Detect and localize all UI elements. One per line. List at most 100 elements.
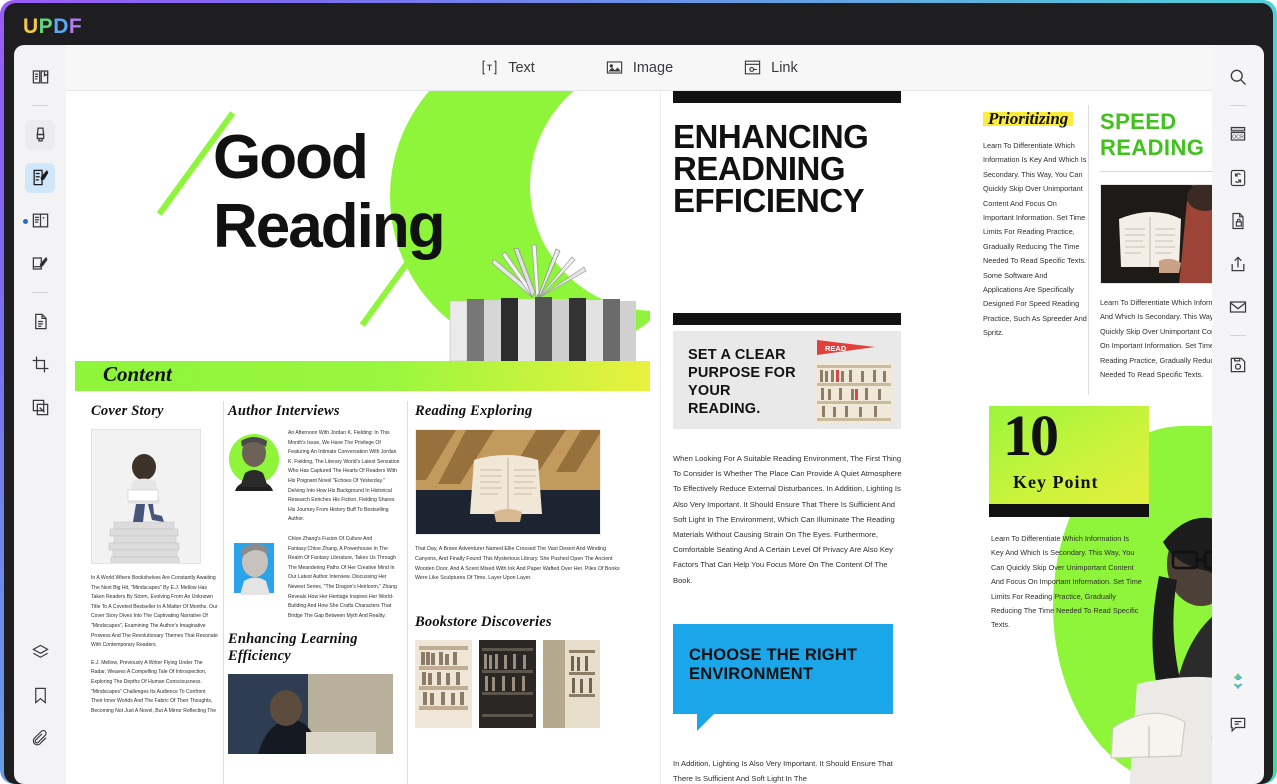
crop-icon: [31, 355, 50, 374]
speed-reading-body: Learn To Differentiate Which Information…: [1100, 298, 1212, 380]
document-page-middle[interactable]: ENHANCING READNING EFFICIENCY SET A CLEA…: [660, 91, 976, 784]
sidebar-item-page[interactable]: [25, 307, 55, 337]
key-point-label: Key Point: [1013, 472, 1099, 492]
save-disk-icon: [1228, 355, 1248, 375]
page-icon: [31, 312, 50, 331]
sidebar-item-layers[interactable]: [25, 638, 55, 668]
books-illustration: [432, 233, 642, 361]
right-item-search[interactable]: [1223, 62, 1253, 92]
prioritizing-body: Learn To Differentiate Which Information…: [983, 141, 1087, 338]
prioritizing-section: Prioritizing Learn To Differentiate Whic…: [983, 109, 1087, 341]
sidebar-item-annotate[interactable]: [25, 206, 55, 236]
logo-letter-f: F: [68, 15, 83, 38]
column-divider-1: [223, 401, 224, 784]
highlighter-icon: [31, 125, 50, 144]
envelope-icon: [1228, 297, 1248, 317]
right-column-divider: [1088, 105, 1089, 395]
column-cover-story: Cover Story In A World Where Bookshelves…: [91, 403, 218, 724]
sidebar-item-attachments[interactable]: [25, 724, 55, 754]
rail-divider: [32, 105, 48, 106]
right-item-email[interactable]: [1223, 292, 1253, 322]
app-logo[interactable]: UPDF: [23, 16, 82, 37]
sidebar-item-reader-mode[interactable]: [25, 62, 55, 92]
toolbar-label-link: Link: [771, 59, 798, 76]
bookstore-photo-2: [479, 640, 536, 729]
section-title-enhancing-learning: Enhancing Learning Efficiency: [228, 631, 358, 665]
right-item-save[interactable]: [1223, 350, 1253, 380]
right-item-share[interactable]: [1223, 249, 1253, 279]
bookshelf-photo: [815, 361, 893, 423]
mid-callout-box: CHOOSE THE RIGHT ENVIRONMENT: [673, 624, 893, 731]
mid-body-after: In Addition, Lighting Is Also Very Impor…: [673, 759, 893, 784]
speed-reading-section: SPEED READING Learn To Differentiate Whi…: [1100, 109, 1212, 382]
sidebar-item-edit-pdf[interactable]: [25, 162, 55, 193]
share-upload-icon: [1228, 254, 1248, 274]
speed-reading-title: SPEED READING: [1100, 109, 1205, 160]
reading-exploring-photo: [415, 429, 601, 535]
document-page-right[interactable]: Prioritizing Learn To Differentiate Whic…: [977, 91, 1212, 784]
section-title-author-interviews: Author Interviews: [228, 403, 340, 419]
right-toolbar: OCR: [1212, 45, 1264, 784]
logo-letter-d: D: [53, 15, 69, 38]
key-point-number-box: 10 Key Point: [989, 406, 1149, 504]
image-icon: [605, 58, 624, 77]
document-page-left[interactable]: Good Reading Content Cover Story In A Wo…: [75, 91, 650, 784]
right-item-comments[interactable]: [1223, 710, 1253, 740]
cover-story-body: In A World Where Bookshelves Are Constan…: [91, 574, 218, 716]
column-reading-exploring: Reading Exploring That Day, A Brave Adve…: [415, 403, 625, 729]
sidebar-item-bookmarks[interactable]: [25, 681, 55, 711]
section-title-cover-story: Cover Story: [91, 403, 164, 419]
author-photo-1: [228, 429, 280, 525]
open-book-icon: [31, 67, 50, 86]
callout-tail: [697, 714, 714, 731]
mid-rule-bottom: [673, 313, 901, 325]
sidebar-item-sign[interactable]: [25, 249, 55, 279]
section-title-reading-exploring: Reading Exploring: [415, 403, 533, 419]
enhancing-learning-photo: [228, 674, 393, 755]
svg-text:OCR: OCR: [1232, 134, 1244, 140]
document-viewport[interactable]: Good Reading Content Cover Story In A Wo…: [66, 91, 1212, 784]
mid-quote-text: SET A CLEAR PURPOSE FOR YOUR READING.: [688, 347, 796, 417]
link-card-icon: [743, 58, 762, 77]
mid-headline-line3: EFFICIENCY: [673, 182, 865, 219]
annotate-book-icon: [31, 211, 50, 230]
title-bar: UPDF: [4, 3, 1273, 45]
sidebar-item-batch[interactable]: [25, 393, 55, 423]
toolbar-button-link[interactable]: Link: [737, 55, 804, 80]
mid-rule-top: [673, 91, 901, 103]
mid-headline-line2: READNING: [673, 150, 846, 187]
mid-quote-box: SET A CLEAR PURPOSE FOR YOUR READING. RE…: [673, 331, 901, 429]
left-toolbar: [14, 45, 66, 784]
layers-icon: [31, 643, 50, 662]
toolbar-button-image[interactable]: Image: [599, 55, 679, 80]
comment-bubble-icon: [1228, 715, 1248, 735]
cover-story-para-1: In A World Where Bookshelves Are Constan…: [91, 575, 218, 649]
key-point-black-bar: [989, 504, 1149, 517]
sidebar-item-crop[interactable]: [25, 350, 55, 380]
right-item-ocr[interactable]: OCR: [1223, 120, 1253, 150]
content-label: Content: [103, 362, 172, 386]
key-point-body: Learn To Differentiate Which Information…: [991, 534, 1142, 630]
lock-file-icon: [1228, 211, 1248, 231]
sidebar-item-highlight[interactable]: [25, 119, 55, 150]
toolbar-label-text: Text: [508, 59, 535, 76]
updf-window: UPDF Text Image Link OCR Good Reading Co…: [0, 0, 1277, 784]
read-flag-icon: READ: [817, 340, 879, 360]
paperclip-icon: [31, 729, 50, 748]
bookstore-photo-1: [415, 640, 472, 729]
ai-sparkle-icon: [1227, 671, 1249, 693]
right-item-convert[interactable]: [1223, 163, 1253, 193]
speed-reading-photo: [1100, 184, 1212, 284]
toolbar-button-text[interactable]: Text: [474, 55, 541, 80]
active-indicator-dot: [23, 219, 28, 224]
stacked-pages-icon: [31, 398, 50, 417]
mid-headline: ENHANCING READNING EFFICIENCY: [673, 120, 923, 219]
prioritizing-title: Prioritizing: [983, 109, 1074, 129]
author-interview-para-2: Chloe Zhang's Fusion Of Culture And Fant…: [288, 535, 397, 619]
right-item-protect[interactable]: [1223, 206, 1253, 236]
hero-banner: Good Reading Content: [75, 91, 650, 391]
toolbar-label-image: Image: [632, 59, 674, 76]
signature-icon: [31, 254, 50, 273]
bookstore-photo-row: [415, 640, 625, 729]
right-item-ai-assistant[interactable]: [1223, 667, 1253, 697]
